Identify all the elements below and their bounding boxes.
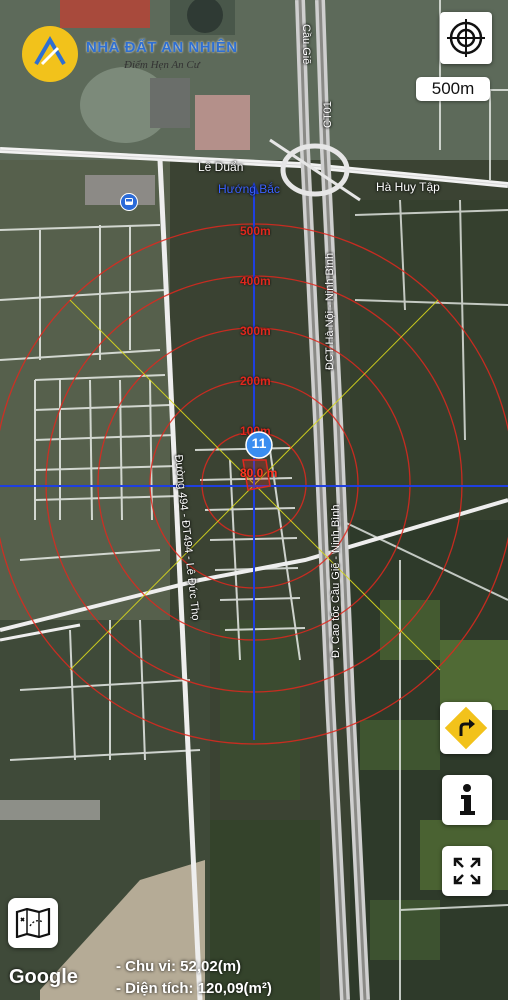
crosshair-icon [447, 19, 485, 57]
map-icon [15, 908, 51, 938]
brand-title: NHÀ ĐẤT AN NHIÊN [86, 39, 238, 56]
road-label-ct01: CT01 [322, 101, 334, 128]
ring-label-200: 200m [240, 374, 271, 388]
fullscreen-button[interactable] [442, 846, 492, 896]
area-readout: - Diện tích: 120,09(m²) [116, 980, 272, 997]
marker-number: 11 [251, 435, 267, 451]
ring-label-400: 400m [240, 274, 271, 288]
road-label-cau-gie: Cầu Giẽ [300, 24, 312, 65]
ring-label-300: 300m [240, 324, 271, 338]
map-scale-badge: 500m [416, 77, 490, 101]
marker-distance-label: 80.0 m [240, 466, 278, 480]
road-label-ha-huy-tap: Hà Huy Tập [376, 180, 440, 194]
info-icon [460, 784, 475, 815]
brand-logo [22, 26, 78, 82]
expand-icon [453, 857, 481, 885]
road-label-le-duan: Lê Duẩn [198, 160, 244, 174]
locate-button[interactable] [440, 12, 492, 64]
north-direction-label: Hướng Bắc [218, 182, 280, 196]
info-button[interactable] [442, 775, 492, 825]
brand-tagline: Điểm Hẹn An Cư [124, 59, 200, 71]
map-layers-button[interactable] [8, 898, 58, 948]
directions-button[interactable] [440, 702, 492, 754]
location-marker[interactable]: 11 [242, 430, 276, 464]
road-label-cao-toc: Đ. Cao tốc Cầu Giẽ - Ninh Bình [330, 504, 342, 658]
logo-emblem-icon [34, 36, 66, 66]
turn-right-icon [442, 704, 490, 752]
google-attribution: Google [9, 966, 78, 988]
ring-label-500: 500m [240, 224, 271, 238]
perimeter-readout: - Chu vi: 52,02(m) [116, 958, 242, 975]
map-view[interactable] [0, 0, 508, 1000]
road-label-dct: ĐCT Hà Nội - Ninh Bình [324, 252, 336, 370]
bus-stop-icon[interactable] [120, 193, 138, 211]
